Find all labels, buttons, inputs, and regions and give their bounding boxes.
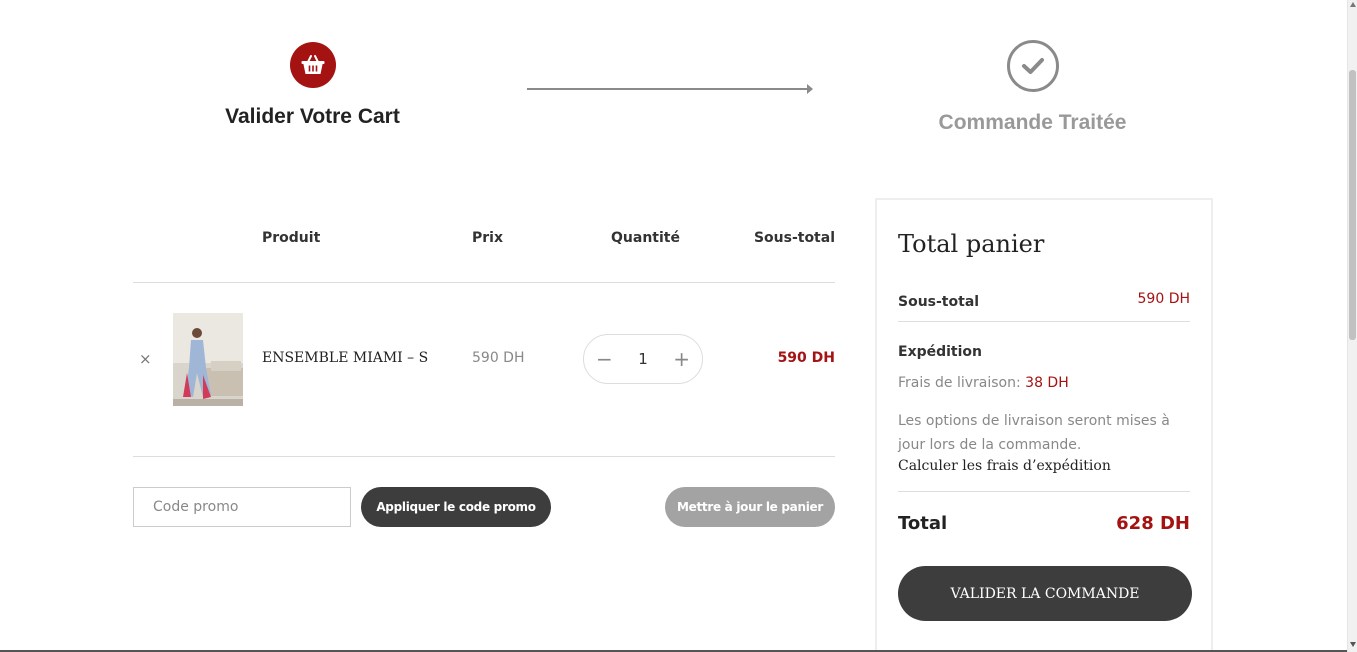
checkout-button[interactable]: VALIDER LA COMMANDE (898, 566, 1192, 621)
divider (133, 456, 835, 457)
basket-icon (289, 42, 336, 88)
cart-totals-title: Total panier (898, 230, 1045, 258)
total-value: 628 DH (1116, 513, 1190, 534)
divider (898, 321, 1190, 322)
step-connector-line (527, 88, 807, 90)
shipping-label: Expédition (898, 344, 983, 360)
shipping-fee-label: Frais de livraison: (898, 375, 1021, 391)
remove-item-button[interactable]: × (139, 350, 152, 368)
step-2-label: Commande Traitée (938, 111, 1127, 134)
step-connector-arrow-icon (807, 84, 813, 94)
quantity-decrease-button[interactable]: − (596, 349, 613, 369)
checkmark-icon (1006, 40, 1059, 92)
step-order-processed: Commande Traitée (905, 40, 1160, 135)
vertical-scrollbar[interactable] (1347, 0, 1357, 652)
shipping-fee: Frais de livraison: 38 DH (898, 375, 1069, 391)
divider (133, 282, 835, 283)
shipping-row: Expédition (898, 341, 1190, 360)
subtotal-row: Sous-total 590 DH (898, 291, 1190, 310)
update-cart-button[interactable]: Mettre à jour le panier (665, 487, 835, 527)
header-product: Produit (262, 230, 321, 246)
apply-coupon-button[interactable]: Appliquer le code promo (361, 487, 551, 527)
calculate-shipping-link[interactable]: Calculer les frais d’expédition (898, 458, 1111, 474)
product-price: 590 DH (472, 350, 525, 366)
product-subtotal: 590 DH (777, 350, 835, 366)
scrollbar-thumb[interactable] (1349, 70, 1356, 340)
divider (898, 491, 1190, 492)
quantity-increase-button[interactable]: + (673, 349, 690, 369)
header-subtotal: Sous-total (753, 230, 835, 246)
scroll-down-arrow-icon[interactable] (1350, 642, 1356, 647)
shipping-note: Les options de livraison seront mises à … (898, 413, 1170, 453)
product-name-link[interactable]: ENSEMBLE MIAMI – S (262, 350, 428, 366)
scroll-up-arrow-icon[interactable] (1350, 2, 1356, 7)
total-label: Total (898, 513, 948, 534)
product-thumbnail[interactable] (173, 313, 243, 406)
total-row: Total 628 DH (898, 513, 1190, 534)
coupon-code-input[interactable] (133, 487, 351, 527)
cart-totals-panel: Total panier Sous-total 590 DH Expéditio… (875, 198, 1213, 652)
step-validate-cart: Valider Votre Cart (200, 42, 425, 129)
quantity-input[interactable]: 1 (638, 350, 648, 368)
header-quantity: Quantité (611, 230, 680, 246)
step-1-label: Valider Votre Cart (225, 105, 400, 128)
subtotal-label: Sous-total (898, 294, 980, 310)
subtotal-value: 590 DH (1137, 291, 1190, 307)
quantity-stepper: − 1 + (583, 334, 703, 384)
shipping-fee-value: 38 DH (1025, 375, 1069, 391)
header-price: Prix (472, 230, 503, 246)
